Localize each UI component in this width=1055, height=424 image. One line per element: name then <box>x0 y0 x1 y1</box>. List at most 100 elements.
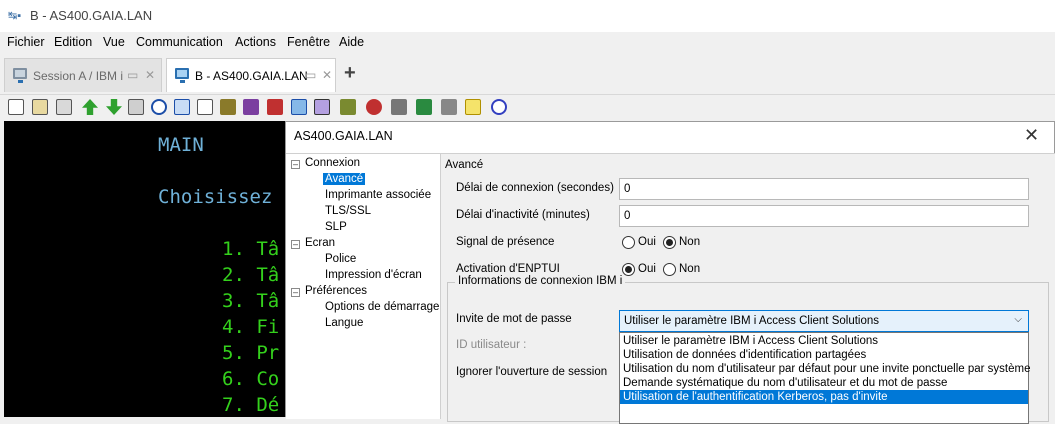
keepalive-label: Signal de présence <box>456 236 555 248</box>
step-icon[interactable] <box>441 99 457 115</box>
connection-timeout-label: Délai de connexion (secondes) <box>456 182 614 194</box>
tree-item-langue[interactable]: Langue <box>325 317 363 329</box>
password-prompt-select[interactable]: Utiliser le paramètre IBM i Access Clien… <box>619 310 1029 332</box>
option-item[interactable]: Demande systématique du nom d'utilisateu… <box>620 376 1028 390</box>
screen-title: MAIN <box>158 134 204 156</box>
tree-item-ecran[interactable]: Ecran <box>305 237 335 249</box>
tree-item-police[interactable]: Police <box>325 253 356 265</box>
password-prompt-label: Invite de mot de passe <box>456 313 572 325</box>
menu-edition[interactable]: Edition <box>54 35 92 49</box>
settings-panel: Avancé Délai de connexion (secondes) 0 D… <box>441 153 1055 424</box>
menu-communication[interactable]: Communication <box>136 35 223 49</box>
display-icon[interactable] <box>291 99 307 115</box>
password-prompt-options: Utiliser le paramètre IBM i Access Clien… <box>619 332 1030 424</box>
collapse-icon[interactable]: – <box>291 160 300 169</box>
option-item[interactable]: Utiliser le paramètre IBM i Access Clien… <box>620 334 1028 348</box>
app-icon: ↹▪ <box>8 10 22 22</box>
collapse-icon[interactable]: – <box>291 288 300 297</box>
restore-icon[interactable]: ▭ <box>305 68 316 82</box>
enptui-label: Activation d'ENPTUI <box>456 263 560 275</box>
tree-item-options[interactable]: Options de démarrage <box>325 301 439 313</box>
menu-fenetre[interactable]: Fenêtre <box>287 35 330 49</box>
menu-aide[interactable]: Aide <box>339 35 364 49</box>
close-icon[interactable]: ✕ <box>1024 125 1039 146</box>
menu-option: 6. Co <box>222 368 280 390</box>
tab-label: Session A / IBM i <box>33 69 124 83</box>
print-icon[interactable] <box>128 99 144 115</box>
compass-icon[interactable] <box>151 99 167 115</box>
keyboard-icon[interactable] <box>267 99 283 115</box>
settings-tree: – Connexion Avancé Imprimante associée T… <box>286 153 441 419</box>
tree-item-connexion[interactable]: Connexion <box>305 157 360 169</box>
menu-option: 5. Pr <box>222 342 280 364</box>
menu-option: 2. Tâ <box>222 264 280 286</box>
connection-timeout-input[interactable]: 0 <box>619 178 1029 200</box>
tree-item-slp[interactable]: SLP <box>325 221 347 233</box>
tab-bar: Session A / IBM i ▭ ✕ B - AS400.GAIA.LAN… <box>0 54 1055 95</box>
copy-icon[interactable] <box>8 99 24 115</box>
menu-vue[interactable]: Vue <box>103 35 125 49</box>
window-icon[interactable] <box>174 99 190 115</box>
document-icon[interactable] <box>197 99 213 115</box>
chevron-down-icon[interactable]: ⌵ <box>1014 314 1022 325</box>
tree-item-preferences[interactable]: Préférences <box>305 285 367 297</box>
tree-item-imprimante[interactable]: Imprimante associée <box>325 189 431 201</box>
keepalive-oui-label: Oui <box>638 236 656 248</box>
tab-label: B - AS400.GAIA.LAN <box>195 69 308 83</box>
notes-icon[interactable] <box>465 99 481 115</box>
keepalive-non-label: Non <box>679 236 701 248</box>
select-value: Utiliser le paramètre IBM i Access Clien… <box>624 315 880 327</box>
upload-icon[interactable] <box>82 99 98 115</box>
section-title: Avancé <box>445 159 484 171</box>
keepalive-oui-radio[interactable] <box>622 236 635 249</box>
menu-actions[interactable]: Actions <box>235 35 276 49</box>
menu-option: 1. Tâ <box>222 238 280 260</box>
screen-prompt: Choisissez <box>158 186 273 208</box>
grid-icon[interactable] <box>314 99 330 115</box>
record-icon[interactable] <box>366 99 382 115</box>
inactivity-timeout-input[interactable]: 0 <box>619 205 1029 227</box>
download-icon[interactable] <box>106 99 122 115</box>
new-tab-icon[interactable]: + <box>344 62 356 85</box>
macro-icon[interactable] <box>243 99 259 115</box>
tree-item-avance[interactable]: Avancé <box>323 173 366 185</box>
play-icon[interactable] <box>416 99 432 115</box>
paste-icon[interactable] <box>32 99 48 115</box>
tab-session-a[interactable]: Session A / IBM i ▭ ✕ <box>4 58 162 92</box>
menu-option: 3. Tâ <box>222 290 280 312</box>
stop-icon[interactable] <box>391 99 407 115</box>
enptui-non-radio[interactable] <box>663 263 676 276</box>
group-title: Informations de connexion IBM i <box>455 275 626 287</box>
inactivity-timeout-label: Délai d'inactivité (minutes) <box>456 209 590 221</box>
keepalive-non-radio[interactable] <box>663 236 676 249</box>
tools-icon[interactable] <box>340 99 356 115</box>
option-item-highlighted[interactable]: Utilisation de l'authentification Kerber… <box>620 390 1028 404</box>
collapse-icon[interactable]: – <box>291 240 300 249</box>
enptui-oui-label: Oui <box>638 263 656 275</box>
gear-puzzle-icon[interactable] <box>220 99 236 115</box>
terminal-screen[interactable]: MAIN Choisissez 1. Tâ 2. Tâ 3. Tâ 4. Fi … <box>4 121 286 417</box>
menu-fichier[interactable]: Fichier <box>7 35 45 49</box>
bypass-signon-label: Ignorer l'ouverture de session <box>456 366 608 378</box>
option-item[interactable]: Utilisation de données d'identification … <box>620 348 1028 362</box>
close-icon[interactable]: ✕ <box>322 68 332 82</box>
close-icon[interactable]: ✕ <box>145 68 155 82</box>
title-bar: ↹▪ B - AS400.GAIA.LAN <box>0 0 1055 32</box>
tree-item-impression[interactable]: Impression d'écran <box>325 269 422 281</box>
restore-icon[interactable]: ▭ <box>127 68 138 82</box>
monitor-icon <box>13 68 27 83</box>
help-icon[interactable] <box>491 99 507 115</box>
monitor-icon <box>175 68 189 83</box>
clipboard-icon[interactable] <box>56 99 72 115</box>
dialog-title: AS400.GAIA.LAN <box>294 129 393 143</box>
menu-bar: Fichier Edition Vue Communication Action… <box>0 32 1055 52</box>
tab-session-b[interactable]: B - AS400.GAIA.LAN ▭ ✕ <box>166 58 336 92</box>
option-item[interactable]: Utilisation du nom d'utilisateur par déf… <box>620 362 1030 376</box>
properties-dialog: AS400.GAIA.LAN ✕ – Connexion Avancé Impr… <box>285 121 1055 424</box>
menu-option: 7. Dé <box>222 394 280 416</box>
user-id-label: ID utilisateur : <box>456 339 527 351</box>
enptui-non-label: Non <box>679 263 701 275</box>
tree-item-tls[interactable]: TLS/SSL <box>325 205 371 217</box>
menu-option: 4. Fi <box>222 316 280 338</box>
window-title: B - AS400.GAIA.LAN <box>30 8 153 23</box>
